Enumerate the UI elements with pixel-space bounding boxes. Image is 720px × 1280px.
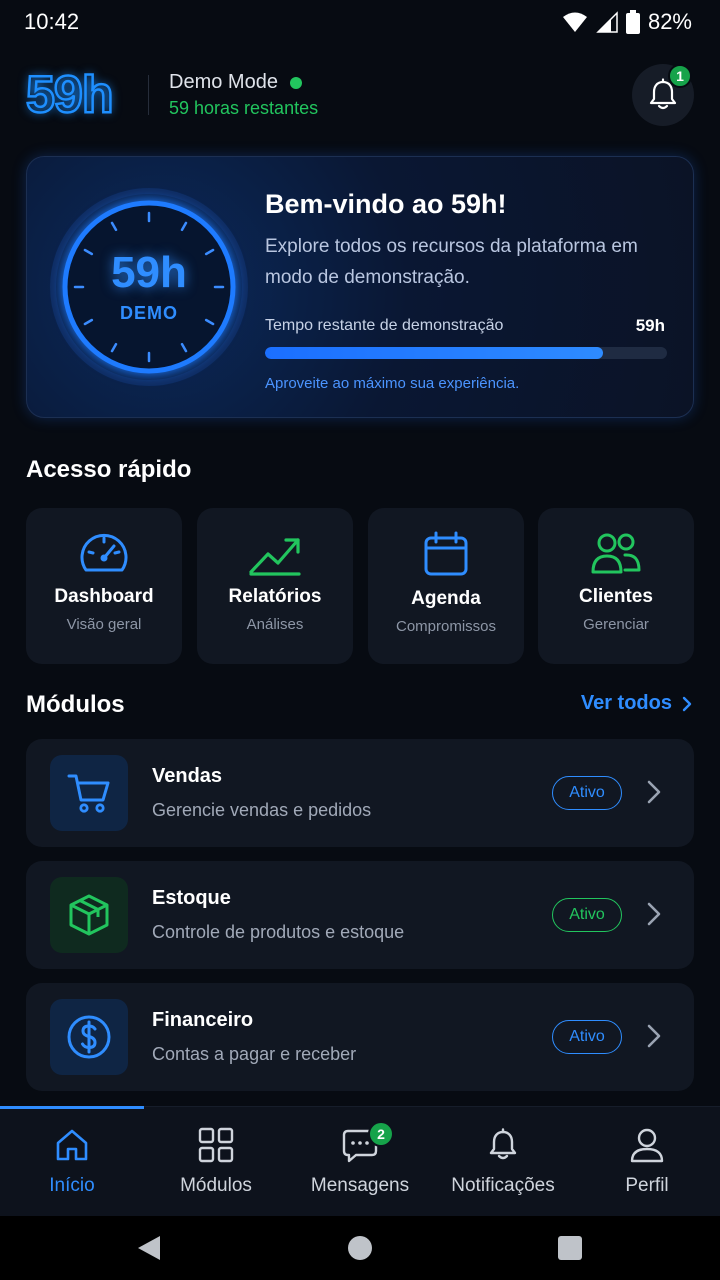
progress-value: 59h [635,316,665,335]
hours-left: 59 horas restantes [169,98,319,118]
module-subtitle: Gerencie vendas e pedidos [152,800,372,820]
calendar-icon [424,531,468,576]
battery-level: 82% [647,9,692,34]
nav-modules[interactable]: Módulos [144,1107,288,1217]
quick-card-subtitle: Análises [246,616,304,633]
nav-home[interactable]: Início [0,1107,144,1217]
welcome-description: Explore todos os recursos da plataforma … [265,236,638,288]
quick-card-subtitle: Gerenciar [583,616,649,633]
module-title: Estoque [152,887,231,909]
cart-icon [67,774,110,813]
module-icon-box [50,755,128,831]
welcome-title: Bem-vindo ao 59h! [265,189,507,219]
dollar-icon [67,1015,111,1059]
quick-agenda[interactable]: Agenda Compromissos [368,508,524,664]
users-icon [591,533,641,574]
trending-up-icon [249,538,301,576]
quick-card-title: Clientes [579,586,653,607]
status-time: 10:42 [24,9,80,34]
nav-label: Módulos [180,1175,252,1196]
module-subtitle: Contas a pagar e receber [152,1044,357,1064]
wifi-icon [562,12,587,32]
app-logo: 59h [25,66,115,124]
chevron-right-icon [647,902,661,926]
module-title: Financeiro [152,1009,254,1031]
status-badge: Ativo [552,1020,622,1054]
mode-label: Demo Mode [169,71,278,93]
welcome-card: 59h DEMO Bem-vindo ao 59h! Explore todos… [26,156,694,418]
status-badge: Ativo [552,776,622,810]
user-icon [630,1128,664,1163]
progress-note: Aproveite ao máximo sua experiência. [265,375,520,392]
dial-label: DEMO [120,302,178,323]
nav-label: Mensagens [310,1175,410,1196]
home-circle-icon[interactable] [347,1234,373,1262]
header-divider [148,75,149,115]
app-header: 59h Demo Mode 59 horas restantes 1 [25,62,694,128]
progress-track [265,347,667,359]
bottom-nav: Início Módulos 2 Mensagens Notificações [0,1106,720,1216]
module-sales[interactable]: Vendas Gerencie vendas e pedidos Ativo [26,739,694,847]
bell-icon [489,1128,517,1160]
module-subtitle: Controle de produtos e estoque [152,922,405,942]
nav-messages[interactable]: 2 Mensagens [288,1107,432,1217]
nav-label: Início [49,1175,95,1196]
quick-card-subtitle: Visão geral [66,616,142,633]
see-all-label: Ver todos [580,692,672,714]
chevron-right-icon [647,1024,661,1048]
modules-title: Módulos [26,691,125,718]
progress-fill [265,347,603,359]
quick-clients[interactable]: Clientes Gerenciar [538,508,694,664]
quick-reports[interactable]: Relatórios Análises [197,508,353,664]
status-icons: 82% [562,9,692,35]
recents-icon[interactable] [557,1234,583,1262]
module-icon-box [50,999,128,1075]
messages-badge: 2 [368,1121,394,1147]
quick-card-title: Agenda [411,588,481,609]
module-icon-box [50,877,128,953]
quick-access-title: Acesso rápido [26,456,192,483]
see-all-link[interactable]: Ver todos [581,692,692,715]
grid-icon [198,1127,234,1163]
dial-value: 59h [111,247,187,297]
home-icon [56,1129,88,1161]
quick-dashboard[interactable]: Dashboard Visão geral [26,508,182,664]
status-bar: 10:42 82% [0,0,720,44]
nav-label: Perfil [625,1175,669,1196]
status-badge: Ativo [552,898,622,932]
progress-label: Tempo restante de demonstração [265,317,504,334]
dial-text: 59h DEMO [49,187,249,387]
battery-icon [625,10,640,34]
nav-notifications[interactable]: Notificações [431,1107,575,1217]
back-icon[interactable] [136,1234,162,1262]
signal-icon [596,11,618,33]
box-icon [69,894,109,936]
online-dot [289,76,302,89]
speedometer-icon [80,533,128,572]
notification-badge: 1 [668,64,692,88]
chevron-right-icon [647,780,661,804]
nav-profile[interactable]: Perfil [575,1107,719,1217]
header-text: Demo Mode 59 horas restantes [169,71,318,119]
mode-row: Demo Mode [169,71,318,94]
nav-label: Notificações [451,1175,555,1196]
quick-card-title: Dashboard [54,586,154,607]
notifications-button[interactable]: 1 [632,64,694,126]
module-title: Vendas [152,765,223,787]
module-finance[interactable]: Financeiro Contas a pagar e receber Ativ… [26,983,694,1091]
quick-card-subtitle: Compromissos [395,618,497,635]
system-nav-bar [0,1216,720,1280]
quick-card-title: Relatórios [228,586,322,607]
module-stock[interactable]: Estoque Controle de produtos e estoque A… [26,861,694,969]
chevron-right-icon [682,696,692,711]
